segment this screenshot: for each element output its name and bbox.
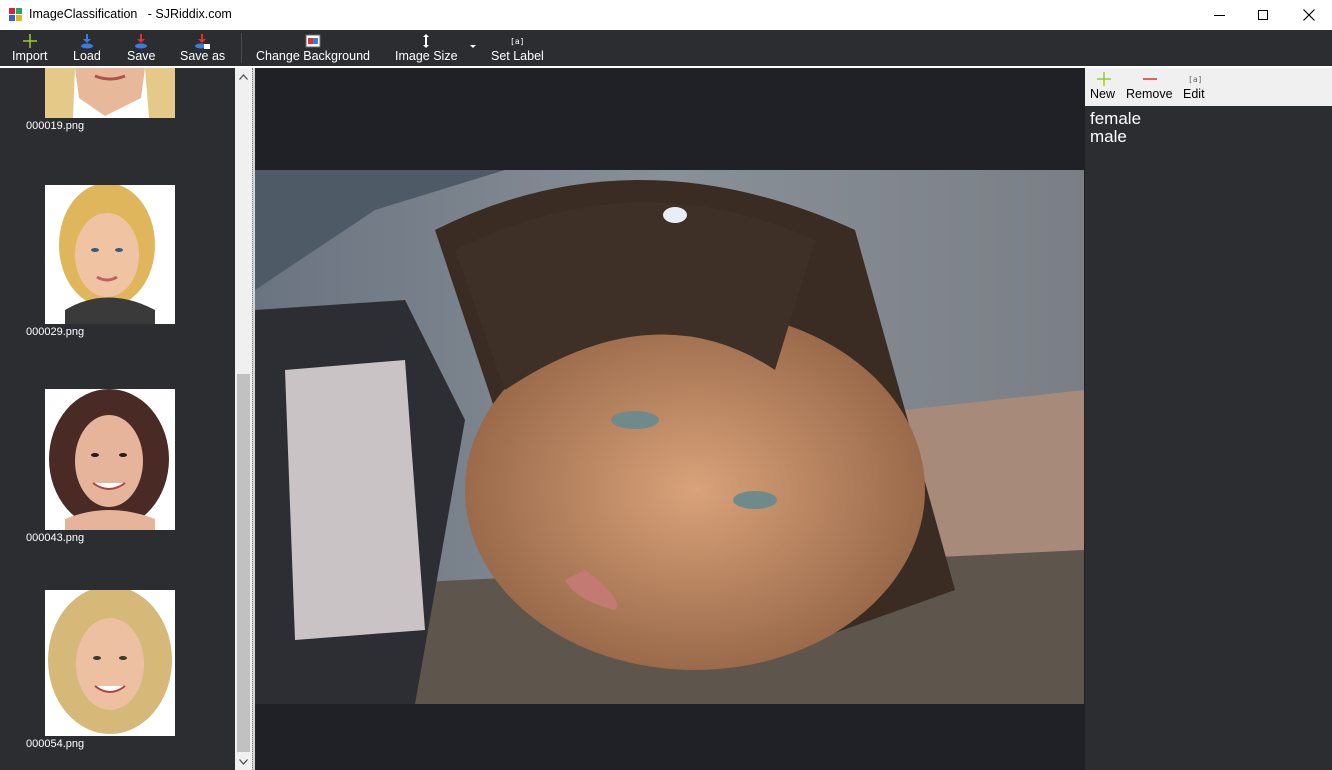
plus-icon — [1097, 72, 1111, 86]
minimize-button[interactable] — [1196, 0, 1242, 30]
thumbnail-scrollbar[interactable] — [235, 68, 252, 770]
save-as-icon — [195, 34, 210, 49]
scrollbar-thumb[interactable] — [237, 374, 250, 752]
window-title: ImageClassification - SJRiddix.com — [29, 7, 232, 21]
remove-label-button[interactable]: Remove — [1126, 68, 1174, 106]
resize-icon — [423, 34, 429, 48]
save-as-button[interactable]: Save as — [180, 30, 226, 66]
load-label: Load — [73, 49, 101, 63]
close-icon — [1303, 9, 1315, 21]
app-icon — [9, 8, 23, 22]
title-bar: ImageClassification - SJRiddix.com — [0, 0, 1332, 30]
set-label-label: Set Label — [491, 49, 544, 63]
plus-icon — [23, 34, 37, 48]
svg-text:[a]: [a] — [510, 37, 524, 46]
toolbar-separator — [241, 33, 242, 63]
label-item[interactable]: male — [1090, 128, 1141, 146]
edit-label-button[interactable]: [a] Edit — [1183, 68, 1209, 106]
scroll-up-button[interactable] — [235, 68, 252, 85]
set-label-button[interactable]: [a] Set Label — [491, 30, 544, 66]
remove-label: Remove — [1126, 87, 1173, 101]
image-size-dropdown-icon[interactable] — [470, 45, 476, 48]
thumbnail-image[interactable] — [45, 185, 175, 324]
minus-icon — [1143, 78, 1157, 80]
save-icon — [135, 34, 147, 49]
thumbnail-filename: 000029.png — [26, 326, 85, 338]
edit-label: Edit — [1183, 87, 1205, 101]
chevron-down-icon — [239, 758, 248, 765]
thumbnail-panel: 000019.png 000029.png 000043.png 000054.… — [0, 68, 235, 770]
import-button[interactable]: Import — [12, 30, 48, 66]
change-background-label: Change Background — [256, 49, 370, 63]
save-as-label: Save as — [180, 49, 226, 63]
thumbnail-filename: 000043.png — [26, 532, 85, 544]
thumbnail-image[interactable] — [45, 68, 175, 118]
background-icon — [305, 34, 321, 48]
import-label: Import — [12, 49, 48, 63]
thumbnail-filename: 000019.png — [26, 120, 85, 132]
minimize-icon — [1213, 14, 1225, 16]
label-list[interactable]: female male — [1090, 110, 1141, 146]
load-icon — [81, 34, 93, 49]
image-size-label: Image Size — [395, 49, 458, 63]
chevron-up-icon — [239, 73, 248, 80]
label-icon: [a] — [510, 37, 524, 46]
thumbnail-filename: 000054.png — [26, 738, 85, 750]
scroll-down-button[interactable] — [235, 753, 252, 770]
load-button[interactable]: Load — [73, 30, 101, 66]
label-panel: New Remove [a] Edit female male — [1085, 68, 1332, 770]
maximize-button[interactable] — [1240, 0, 1286, 30]
change-background-button[interactable]: Change Background — [256, 30, 370, 66]
save-label: Save — [127, 49, 156, 63]
label-item[interactable]: female — [1090, 110, 1141, 128]
new-label-button[interactable]: New — [1090, 68, 1118, 106]
image-size-button[interactable]: Image Size — [395, 30, 458, 66]
close-button[interactable] — [1286, 0, 1332, 30]
new-label: New — [1090, 87, 1116, 101]
svg-text:[a]: [a] — [1188, 75, 1202, 84]
edit-icon: [a] — [1188, 75, 1202, 84]
main-image[interactable] — [255, 170, 1084, 704]
thumbnail-image[interactable] — [45, 389, 175, 530]
label-toolbar: New Remove [a] Edit — [1085, 68, 1332, 106]
thumbnail-image[interactable] — [45, 590, 175, 736]
save-button[interactable]: Save — [127, 30, 156, 66]
main-toolbar: Import Load Save Save as Change Backgrou… — [0, 30, 1332, 66]
maximize-icon — [1258, 10, 1268, 20]
